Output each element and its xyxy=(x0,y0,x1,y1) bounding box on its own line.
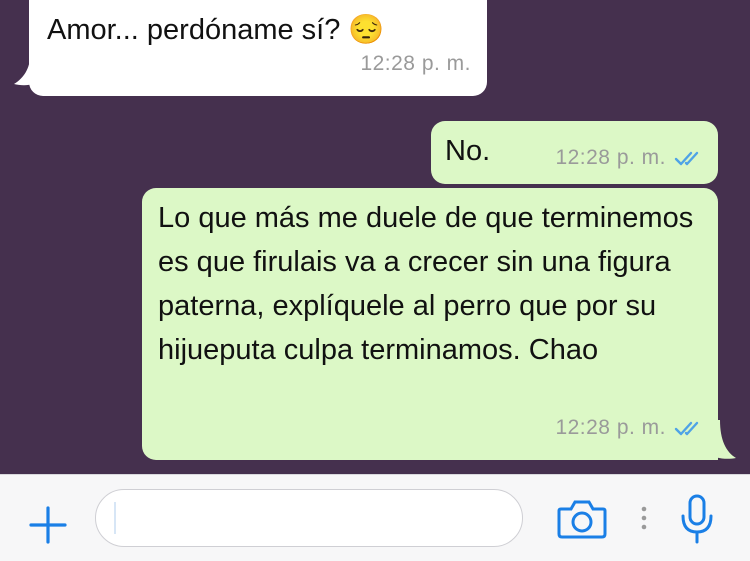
message-time: 12:28 p. m. xyxy=(555,146,666,169)
microphone-icon[interactable] xyxy=(680,494,714,544)
message-meta: 12:28 p. m. xyxy=(555,406,704,450)
camera-icon[interactable] xyxy=(556,497,608,541)
outgoing-message-bubble[interactable]: Lo que más me duele de que terminemos es… xyxy=(142,188,718,460)
chat-area: Amor... perdóname sí? 😔 12:28 p. m. No. … xyxy=(0,0,750,474)
message-text: Lo que más me duele de que terminemos es… xyxy=(158,202,694,366)
message-meta: 12:28 p. m. xyxy=(555,136,704,180)
message-input[interactable] xyxy=(95,489,523,547)
outgoing-message-bubble[interactable]: No. 12:28 p. m. xyxy=(431,121,718,184)
message-text: Amor... perdóname sí? 😔 xyxy=(47,14,385,46)
double-check-icon xyxy=(674,150,704,166)
message-time: 12:28 p. m. xyxy=(555,416,666,439)
double-check-icon xyxy=(674,420,704,436)
text-caret xyxy=(114,502,116,534)
message-text: No. xyxy=(445,135,491,167)
incoming-message-bubble[interactable]: Amor... perdóname sí? 😔 12:28 p. m. xyxy=(29,0,487,96)
message-time: 12:28 p. m. xyxy=(360,52,471,75)
outgoing-bubble-tail xyxy=(708,420,736,459)
plus-icon[interactable] xyxy=(28,505,68,545)
more-icon[interactable] xyxy=(638,503,650,533)
